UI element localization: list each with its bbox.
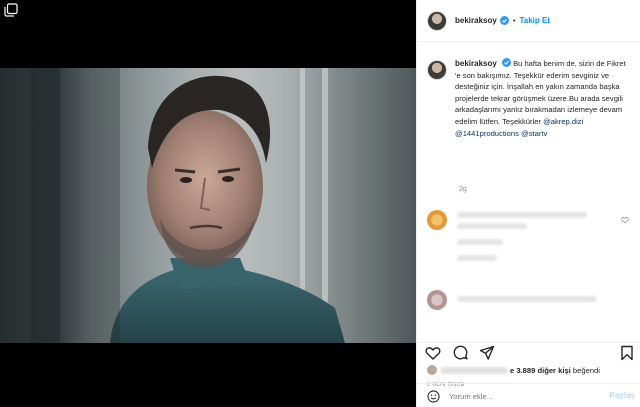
comment-icon[interactable]: [453, 345, 469, 361]
comment-content: [457, 210, 607, 266]
caption-body: Bu hafta benim de, sizin de Fikret 'e so…: [455, 59, 626, 126]
action-bar: [417, 342, 640, 364]
post-media[interactable]: [0, 0, 416, 407]
likes-suffix: beğendi: [572, 365, 600, 375]
comment-blurred: [427, 290, 633, 310]
smiley-icon[interactable]: [427, 390, 440, 403]
comment-avatar: [427, 210, 447, 230]
heart-icon[interactable]: [621, 216, 629, 224]
instagram-post-view: bekiraksoy • Takip Et bekiraksoy Bu haft…: [0, 0, 640, 407]
portrait-image: [0, 68, 345, 343]
verified-badge-icon: [501, 58, 511, 67]
caption-text: bekiraksoy Bu hafta benim de, sizin de F…: [455, 58, 631, 139]
share-icon[interactable]: [479, 345, 495, 361]
carousel-icon: [4, 3, 18, 17]
comment-content: [457, 290, 607, 310]
mention-link[interactable]: @1441productions: [455, 129, 519, 138]
caption-username[interactable]: bekiraksoy: [455, 59, 497, 68]
bookmark-icon[interactable]: [619, 345, 635, 361]
caption-avatar[interactable]: [427, 60, 447, 80]
likes-count[interactable]: e 3.889 diğer kişi: [510, 366, 571, 375]
liker-avatar: [427, 365, 437, 375]
username[interactable]: bekiraksoy: [455, 16, 497, 25]
post-header: bekiraksoy • Takip Et: [417, 0, 640, 42]
mention-link[interactable]: @akrep.dizi: [543, 117, 583, 126]
mention-link[interactable]: @startv: [521, 129, 547, 138]
post-photo: [0, 68, 416, 343]
post-side-panel: bekiraksoy • Takip Et bekiraksoy Bu haft…: [416, 0, 640, 407]
comment-avatar: [427, 290, 447, 310]
verified-badge-icon: [499, 16, 509, 25]
heart-icon[interactable]: [425, 345, 441, 361]
avatar[interactable]: [427, 10, 447, 31]
separator-dot: •: [512, 16, 516, 25]
comment-blurred: [427, 210, 633, 266]
post-caption: bekiraksoy Bu hafta benim de, sizin de F…: [427, 58, 633, 139]
add-comment-bar: Paylaş: [417, 383, 640, 407]
post-comment-button[interactable]: Paylaş: [610, 391, 635, 400]
follow-button[interactable]: Takip Et: [519, 16, 550, 25]
caption-time: 2g: [459, 186, 467, 193]
comment-input[interactable]: [449, 392, 599, 401]
likes-summary[interactable]: e 3.889 diğer kişi beğendi: [427, 365, 600, 375]
liker-name-blurred: [441, 366, 507, 374]
